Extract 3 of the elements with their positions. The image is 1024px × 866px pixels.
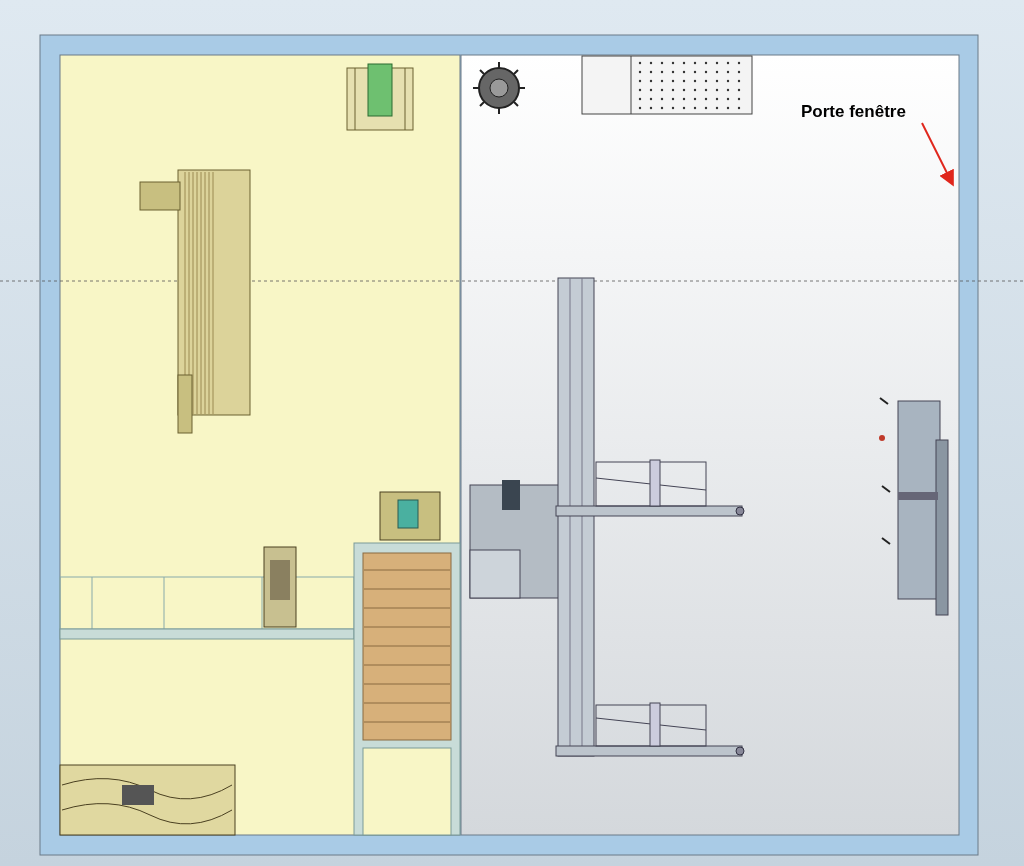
annotation-label: Porte fenêtre [801,103,906,120]
leader-line [921,122,954,187]
dust-collector-drawing [472,61,526,115]
